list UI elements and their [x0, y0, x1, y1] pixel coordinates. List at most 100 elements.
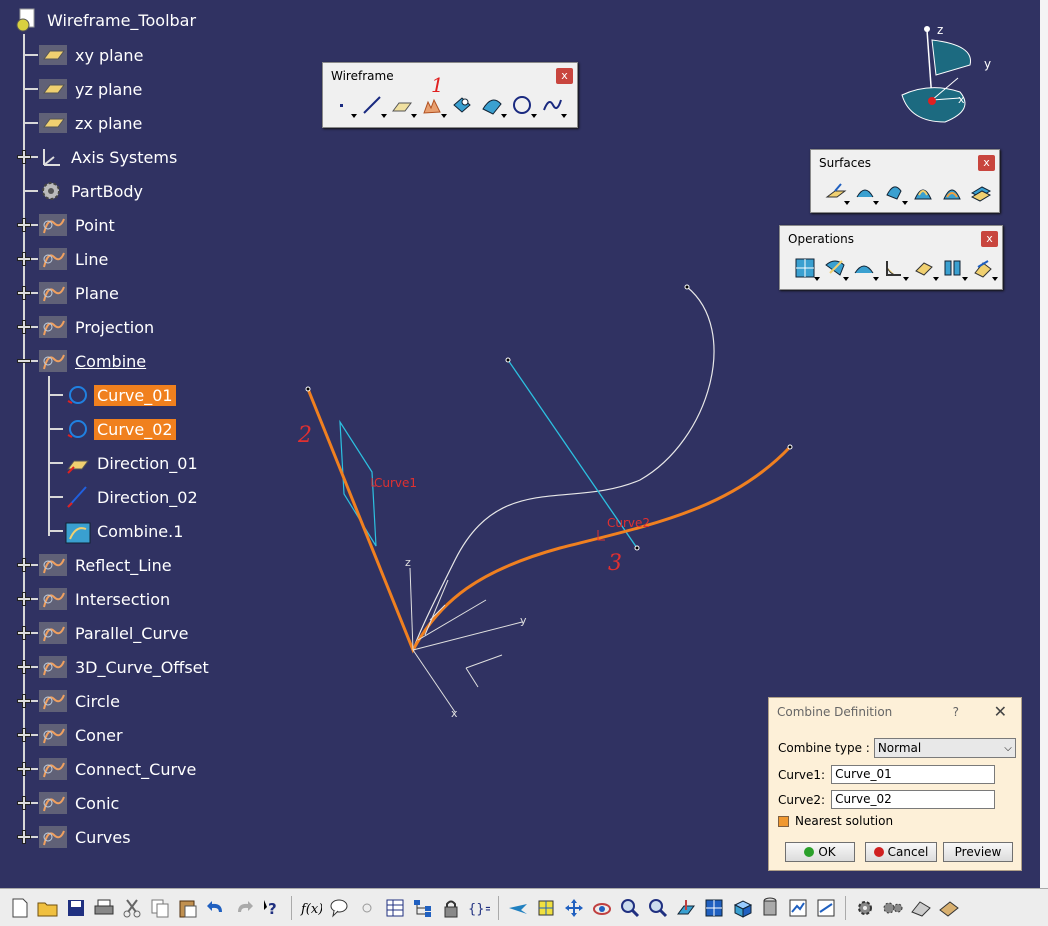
whats-this-icon[interactable]: ?: [260, 896, 284, 920]
gears-icon[interactable]: [881, 896, 905, 920]
expand-icon[interactable]: [17, 252, 31, 266]
tree-item-curve-02[interactable]: Curve_02: [64, 416, 176, 442]
surfaces-toolbar[interactable]: Surfaces x: [810, 149, 1000, 213]
formula-icon[interactable]: f(x): [299, 896, 323, 920]
tree-icon[interactable]: [411, 896, 435, 920]
extrude-surface-icon[interactable]: [823, 179, 850, 205]
tree-item-point[interactable]: Point: [38, 212, 118, 238]
tree-item-parallel-curve[interactable]: Parallel_Curve: [38, 620, 192, 646]
expand-icon[interactable]: [17, 796, 31, 810]
expand-icon[interactable]: [17, 694, 31, 708]
undo-icon[interactable]: [204, 896, 228, 920]
fill-surface-icon[interactable]: [939, 179, 964, 205]
tree-item-curve-01[interactable]: Curve_01: [64, 382, 176, 408]
tree-item-coner[interactable]: Coner: [38, 722, 126, 748]
plane-tool-icon[interactable]: [389, 92, 417, 118]
copy-icon[interactable]: [148, 896, 172, 920]
cancel-button[interactable]: Cancel: [865, 842, 937, 862]
zoom-out-icon[interactable]: [646, 896, 670, 920]
settings-gear-icon[interactable]: [853, 896, 877, 920]
zoom-in-icon[interactable]: [618, 896, 642, 920]
join-icon[interactable]: [792, 255, 820, 281]
multi-view-icon[interactable]: [702, 896, 726, 920]
expand-icon[interactable]: [17, 558, 31, 572]
print-icon[interactable]: [92, 896, 116, 920]
tree-item-projection[interactable]: Projection: [38, 314, 157, 340]
lock-icon[interactable]: [439, 896, 463, 920]
catalog-icon[interactable]: [909, 896, 933, 920]
curve1-field[interactable]: Curve_01: [831, 765, 996, 784]
operations-close-button[interactable]: x: [981, 231, 998, 247]
parameter-icon[interactable]: {}=: [467, 896, 491, 920]
split-icon[interactable]: [822, 255, 850, 281]
combine-definition-dialog[interactable]: Combine Definition ? ✕ Combine type : No…: [768, 697, 1022, 871]
expand-icon[interactable]: [17, 218, 31, 232]
expand-icon[interactable]: [17, 660, 31, 674]
fillet-icon[interactable]: [881, 255, 909, 281]
redo-icon[interactable]: [232, 896, 256, 920]
tree-item-3d-curve-offset[interactable]: 3D_Curve_Offset: [38, 654, 212, 680]
expand-icon[interactable]: [17, 592, 31, 606]
swap-visible-space-icon[interactable]: [814, 896, 838, 920]
multi-section-surface-icon[interactable]: [968, 179, 993, 205]
invert-orientation-icon[interactable]: [970, 255, 999, 281]
ok-button[interactable]: OK: [785, 842, 855, 862]
tree-root[interactable]: Wireframe_Toolbar: [14, 7, 199, 33]
expand-icon[interactable]: [17, 830, 31, 844]
fly-mode-icon[interactable]: [506, 896, 530, 920]
comment-icon[interactable]: [327, 896, 351, 920]
sweep-surface-icon[interactable]: [910, 179, 935, 205]
expand-icon[interactable]: [17, 320, 31, 334]
tree-item-axis-systems[interactable]: Axis Systems: [38, 144, 180, 170]
offset-surface-icon[interactable]: [881, 179, 908, 205]
hide-show-icon[interactable]: [786, 896, 810, 920]
translate-icon[interactable]: [911, 255, 939, 281]
new-file-icon[interactable]: [8, 896, 32, 920]
tree-item-direction-01[interactable]: Direction_01: [64, 450, 201, 476]
normal-view-icon[interactable]: [674, 896, 698, 920]
close-icon[interactable]: ✕: [994, 698, 1007, 726]
fit-all-icon[interactable]: [534, 896, 558, 920]
tree-item-conic[interactable]: Conic: [38, 790, 122, 816]
surfaces-close-button[interactable]: x: [978, 155, 995, 171]
tree-item-plane[interactable]: Plane: [38, 280, 122, 306]
curve-tool-icon[interactable]: [479, 92, 507, 118]
curve2-field[interactable]: Curve_02: [831, 790, 996, 809]
shading-icon[interactable]: [758, 896, 782, 920]
combine-type-select[interactable]: Normal ⌵: [873, 738, 1016, 758]
rotate-icon[interactable]: [590, 896, 614, 920]
expand-icon[interactable]: [17, 626, 31, 640]
tree-item-reflect-line[interactable]: Reflect_Line: [38, 552, 175, 578]
open-folder-icon[interactable]: [36, 896, 60, 920]
wireframe-close-button[interactable]: x: [556, 68, 573, 84]
revolve-surface-icon[interactable]: [852, 179, 879, 205]
table-icon[interactable]: [383, 896, 407, 920]
3d-viewport[interactable]: z y x Curve1 Curve2 2 3 z y x Wireframe_…: [0, 0, 1048, 926]
expand-icon[interactable]: [17, 728, 31, 742]
pan-icon[interactable]: [562, 896, 586, 920]
tree-item-direction-02[interactable]: Direction_02: [64, 484, 201, 510]
spline-tool-icon[interactable]: [539, 92, 567, 118]
nearest-solution-checkbox[interactable]: [778, 815, 789, 827]
expand-icon[interactable]: [17, 150, 31, 164]
expand-icon[interactable]: [17, 286, 31, 300]
extrapolate-icon[interactable]: [941, 255, 969, 281]
paste-icon[interactable]: [176, 896, 200, 920]
tree-item-partbody[interactable]: PartBody: [38, 178, 146, 204]
preview-button[interactable]: Preview: [943, 842, 1013, 862]
help-icon[interactable]: ?: [953, 698, 959, 726]
cut-icon[interactable]: [120, 896, 144, 920]
catalog-browser-icon[interactable]: [937, 896, 961, 920]
tree-item-combine[interactable]: Combine: [38, 348, 149, 374]
tree-item-combine-1[interactable]: Combine.1: [64, 518, 186, 544]
save-icon[interactable]: [64, 896, 88, 920]
tree-item-zx-plane[interactable]: zx plane: [38, 110, 145, 136]
point-tool-icon[interactable]: [329, 92, 357, 118]
standard-toolbar[interactable]: ? f(x) {}=: [0, 888, 1048, 926]
tree-item-circle[interactable]: Circle: [38, 688, 123, 714]
collapse-icon[interactable]: [17, 354, 31, 368]
tree-item-curves[interactable]: Curves: [38, 824, 134, 850]
knowledge-icon[interactable]: [355, 896, 379, 920]
tree-item-line[interactable]: Line: [38, 246, 111, 272]
wireframe-toolbar[interactable]: Wireframe x 1: [322, 62, 578, 128]
